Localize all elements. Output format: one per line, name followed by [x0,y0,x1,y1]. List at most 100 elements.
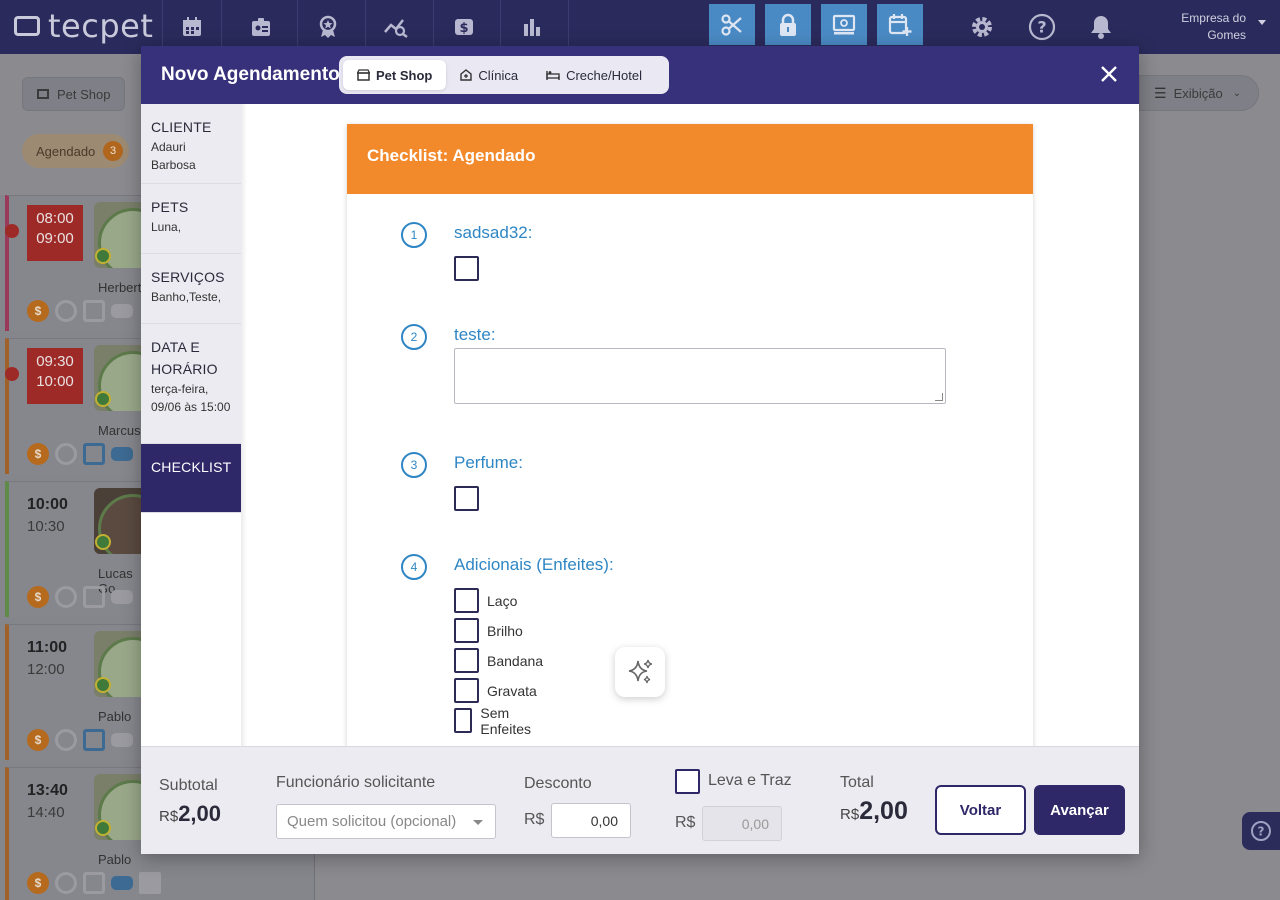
appointment-time: 10:00 10:30 [27,494,68,538]
category-tabs: Pet Shop Clínica Creche/Hotel [339,56,669,94]
close-button[interactable] [1095,60,1123,88]
step-pets[interactable]: PETS Luna, [141,184,241,254]
option-laco[interactable]: Laço [454,588,517,613]
option-checkbox[interactable] [454,588,479,613]
pickup-input: 0,00 [702,806,782,841]
total-currency: R$ [840,806,860,823]
step-data-horario[interactable]: DATA E HORÁRIO terça-feira, 09/06 às 15:… [141,324,241,444]
store-icon [37,89,49,99]
appointment-owner: Pablo [98,852,132,867]
clinic-icon [460,69,473,81]
bg-pet-shop-button: Pet Shop [22,77,125,111]
award-icon [55,872,77,894]
total-label: Total [840,774,874,791]
appointment-start: 13:40 [27,782,68,799]
option-sem-enfeites[interactable]: Sem Enfeites [454,705,538,737]
appointment-time: 11:00 12:00 [27,637,67,681]
option-brilho[interactable]: Brilho [454,618,523,643]
appointment-end: 14:40 [27,804,65,821]
discount-input[interactable]: 0,00 [551,803,631,838]
next-button[interactable]: Avançar [1034,785,1125,835]
appointment-card: 09:30 10:00 Marcus $ [5,338,150,474]
award-icon [55,729,77,751]
car-icon [111,590,133,604]
scissors-icon [83,872,105,894]
question-textarea[interactable] [454,348,946,404]
coin-icon: $ [27,586,49,608]
status-pill-label: Agendado [36,143,96,159]
appointment-owner: Herbert [98,280,142,295]
option-gravata[interactable]: Gravata [454,678,537,703]
screen-icon[interactable] [821,4,867,45]
flag-icon [95,391,111,407]
option-checkbox[interactable] [454,618,479,643]
appointment-end: 10:00 [36,373,74,390]
hotel-icon [546,71,560,80]
step-title: CLIENTE [151,119,212,135]
help-button: ? [1242,812,1280,850]
service-icons: $ [27,729,133,751]
coin-icon: $ [27,300,49,322]
option-label: Bandana [487,652,544,669]
step-value: terça-feira, 09/06 às 15:00 [151,382,231,414]
chevron-down-icon: ⌄ [1232,87,1242,99]
tab-pet-shop[interactable]: Pet Shop [343,60,447,90]
late-dot [5,367,19,381]
step-value: Adauri Barbosa [151,140,196,172]
back-button[interactable]: Voltar [935,785,1026,835]
tab-clinica[interactable]: Clínica [446,60,532,90]
lock-icon[interactable] [765,4,811,45]
checklist-header: Checklist: Agendado [347,124,1033,194]
modal-footer: Subtotal R$2,00 Funcionário solicitante … [141,746,1139,854]
question-number: 1 [401,222,427,248]
tab-creche-hotel-label: Creche/Hotel [566,67,642,83]
help-icon: ? [1251,821,1271,841]
calendar-add-icon[interactable] [877,4,923,45]
tab-creche-hotel[interactable]: Creche/Hotel [532,60,656,90]
home-icon [139,872,161,894]
appointment-end: 10:30 [27,518,65,535]
scissors-icon [83,729,105,751]
app-logo[interactable]: tecpet [14,6,153,46]
step-checklist[interactable]: CHECKLIST [141,444,241,513]
step-value: Luna, [151,220,182,234]
subtotal-currency: R$ [159,808,179,825]
chevron-down-icon [1258,20,1266,25]
question-checkbox[interactable] [454,256,479,281]
question-checkbox[interactable] [454,486,479,511]
coin-icon: $ [27,729,49,751]
question-label: teste: [454,325,496,344]
flag-icon [95,534,111,550]
option-checkbox[interactable] [454,708,473,733]
modal-title: Novo Agendamento [161,64,340,85]
scissors-icon[interactable] [709,4,755,45]
step-servicos[interactable]: SERVIÇOS Banho,Teste, [141,254,241,324]
question-label: Perfume: [454,453,523,472]
ai-assistant-button[interactable] [615,647,665,697]
option-checkbox[interactable] [454,648,479,673]
company-selector[interactable]: Empresa do Gomes [1166,10,1246,44]
requester-select[interactable]: Quem solicitou (opcional) [276,804,496,839]
tab-pet-shop-label: Pet Shop [376,67,433,83]
resize-handle-icon[interactable] [935,393,943,401]
option-bandana[interactable]: Bandana [454,648,543,673]
pickup-currency: R$ [675,814,696,831]
subtotal-amount: R$2,00 [159,801,221,827]
status-count-badge: 3 [103,141,123,161]
option-checkbox[interactable] [454,678,479,703]
tab-clinica-label: Clínica [478,67,519,83]
step-cliente[interactable]: CLIENTE Adauri Barbosa [141,104,241,184]
pickup-checkbox[interactable] [675,769,700,794]
appointment-end: 09:00 [36,230,74,247]
subtotal-label: Subtotal [159,777,218,794]
view-button-label: Exibição [1173,85,1223,101]
company-name-line1: Empresa do [1181,11,1246,25]
scissors-icon [83,586,105,608]
chevron-down-icon [473,820,483,825]
requester-placeholder: Quem solicitou (opcional) [287,813,457,830]
appointment-card: 11:00 12:00 Pablo $ [5,624,150,760]
car-icon [111,447,133,461]
wizard-steps: CLIENTE Adauri Barbosa PETS Luna, SERVIÇ… [141,104,241,746]
step-title: PETS [151,199,189,215]
pickup-label: Leva e Traz [708,772,792,789]
